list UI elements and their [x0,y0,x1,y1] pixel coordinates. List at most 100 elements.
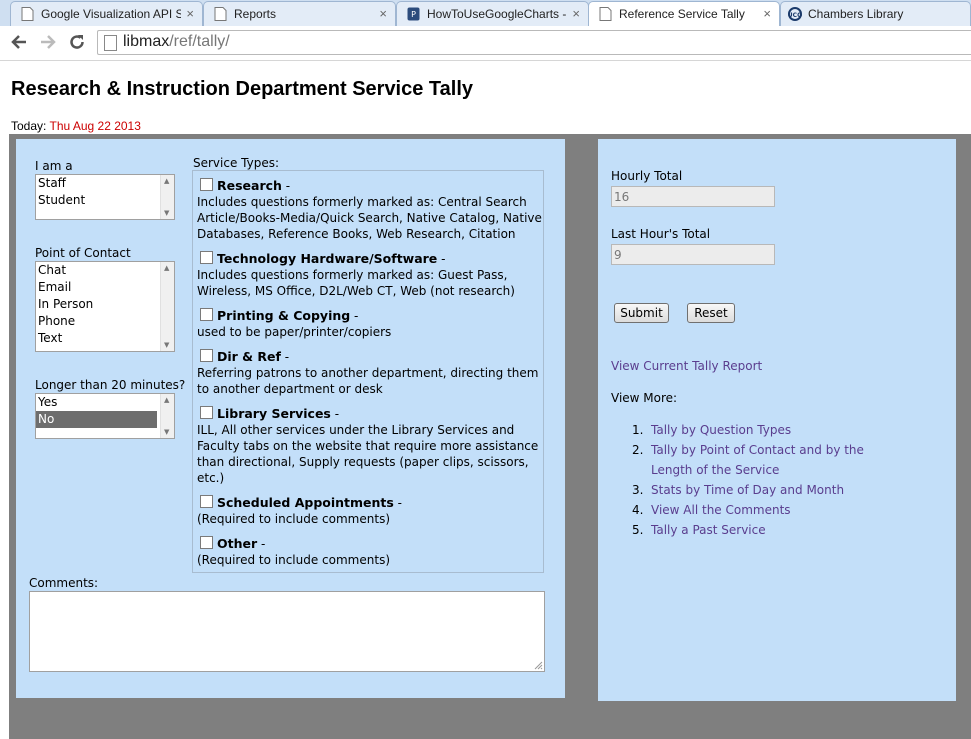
contact-label: Point of Contact [35,246,131,260]
service-checkbox[interactable] [200,349,213,362]
service-name: Other [217,536,258,551]
close-icon[interactable]: × [763,6,771,21]
service-scheduled-appointments: Scheduled Appointments - (Required to in… [197,495,542,527]
scroll-down-icon[interactable]: ▼ [164,209,169,217]
tab-google-visualization[interactable]: Google Visualization API S × [10,1,203,26]
hourly-total-label: Hourly Total [611,169,683,183]
longer-select[interactable]: Yes No ▲ ▼ [35,393,175,439]
service-other: Other - (Required to include comments) [197,536,542,568]
contact-option[interactable]: In Person [36,296,157,313]
service-name: Printing & Copying [217,308,351,323]
scroll-down-icon[interactable]: ▼ [164,341,169,349]
list-number: 2. [632,443,644,457]
list-item: 1. Tally by Question Types [627,420,891,440]
service-suffix: - [281,179,291,193]
page-icon [214,7,227,21]
role-option[interactable]: Staff [36,175,157,192]
list-number: 4. [632,503,644,517]
arrow-right-icon [41,35,56,49]
service-description: Includes questions formerly marked as: C… [197,195,542,241]
tab-reference-service-tally[interactable]: Reference Service Tally × [588,1,780,27]
service-name: Library Services [217,406,331,421]
list-item: 5. Tally a Past Service [627,520,891,540]
scroll-up-icon[interactable]: ▲ [164,177,169,185]
tab-strip: Google Visualization API S × Reports × P… [0,0,971,27]
list-item: 3. Stats by Time of Day and Month [627,480,891,500]
contact-option[interactable]: Text [36,330,157,347]
role-option[interactable]: Student [36,192,157,209]
service-technology: Technology Hardware/Software - Includes … [197,251,542,299]
contact-option[interactable]: Chat [36,262,157,279]
tab-label: Reference Service Tally [619,7,745,21]
today-date: Thu Aug 22 2013 [49,119,141,133]
wiki-icon: P [407,7,420,21]
last-hour-total-label: Last Hour's Total [611,227,711,241]
service-suffix: - [280,350,290,364]
service-description: Referring patrons to another department,… [197,366,539,396]
contact-option[interactable]: Phone [36,313,157,330]
tab-chambers-library[interactable]: UCO Chambers Library [780,1,971,26]
service-name: Dir & Ref [217,349,281,364]
tally-by-point-of-contact-link[interactable]: Tally by Point of Contact and by the Len… [651,443,864,477]
service-checkbox[interactable] [200,536,213,549]
longer-option[interactable]: Yes [36,394,157,411]
reset-button[interactable]: Reset [687,303,735,323]
close-icon[interactable]: × [572,6,580,21]
tab-how-to-use-google-charts[interactable]: P HowToUseGoogleCharts - × [396,1,589,26]
resize-grip-icon[interactable] [534,661,543,670]
service-printing: Printing & Copying - used to be paper/pr… [197,308,542,340]
service-types-label: Service Types: [193,156,280,170]
page-title: Research & Instruction Department Servic… [11,78,474,100]
list-item: 2. Tally by Point of Contact and by the L… [627,440,891,480]
stats-by-time-link[interactable]: Stats by Time of Day and Month [651,483,844,497]
view-more-list: 1. Tally by Question Types 2. Tally by Poi… [627,420,891,540]
hourly-total-field: 16 [611,186,775,207]
reload-button[interactable] [67,33,87,53]
service-library-services: Library Services - ILL, All other servic… [197,406,542,486]
back-button[interactable] [9,33,29,53]
view-more-label: View More: [611,391,678,405]
service-checkbox[interactable] [200,406,213,419]
service-checkbox[interactable] [200,308,213,321]
uco-icon: UCO [788,7,802,21]
service-suffix: - [330,407,340,421]
scroll-down-icon[interactable]: ▼ [164,428,169,436]
reload-icon [70,35,84,49]
list-item: 4. View All the Comments [627,500,891,520]
current-tally-report-link[interactable]: View Current Tally Report [611,359,762,373]
svg-text:UCO: UCO [788,12,802,19]
forward-button[interactable] [38,33,58,53]
longer-option-selected[interactable]: No [36,411,157,428]
service-checkbox[interactable] [200,495,213,508]
comments-textarea[interactable] [29,591,545,672]
last-hour-total-field: 9 [611,244,775,265]
longer-label: Longer than 20 minutes? [35,378,186,392]
listbox-scrollbar[interactable]: ▲ ▼ [160,175,174,219]
list-number: 5. [632,523,644,537]
role-label: I am a [35,159,73,173]
today-line: Today: Thu Aug 22 2013 [11,119,141,133]
view-all-comments-link[interactable]: View All the Comments [651,503,791,517]
scroll-up-icon[interactable]: ▲ [164,396,169,404]
submit-button[interactable]: Submit [614,303,669,323]
role-select[interactable]: Staff Student ▲ ▼ [35,174,175,220]
service-checkbox[interactable] [200,251,213,264]
close-icon[interactable]: × [186,6,194,21]
listbox-scrollbar[interactable]: ▲ ▼ [160,394,174,438]
page-icon [104,35,117,51]
service-checkbox[interactable] [200,178,213,191]
service-suffix: - [350,309,359,323]
tab-reports[interactable]: Reports × [203,1,396,26]
list-number: 3. [632,483,644,497]
tab-label: Chambers Library [808,7,904,21]
tally-by-question-types-link[interactable]: Tally by Question Types [651,423,791,437]
tally-past-service-link[interactable]: Tally a Past Service [651,523,766,537]
scroll-up-icon[interactable]: ▲ [164,264,169,272]
address-bar[interactable]: libmax/ref/tally/ [97,30,971,55]
tab-label: Google Visualization API S [41,7,181,21]
contact-option[interactable]: Email [36,279,157,296]
service-name: Research [217,178,282,193]
close-icon[interactable]: × [379,6,387,21]
contact-select[interactable]: Chat Email In Person Phone Text ▲ ▼ [35,261,175,352]
listbox-scrollbar[interactable]: ▲ ▼ [160,262,174,351]
